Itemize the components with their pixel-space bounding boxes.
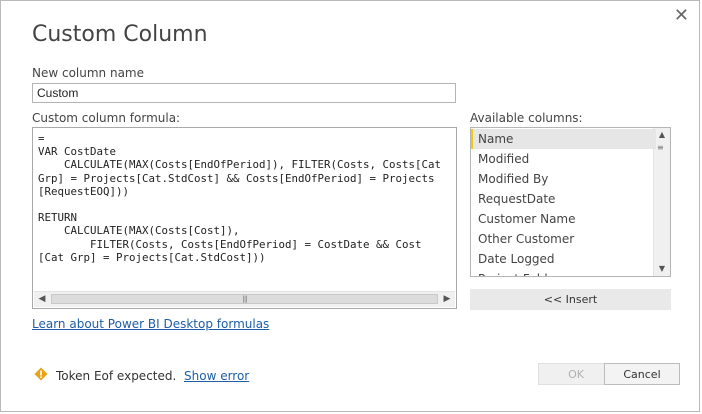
formula-line[interactable] — [38, 198, 450, 211]
formula-line[interactable]: [RequestEOQ])) — [38, 185, 450, 198]
scroll-up-icon[interactable]: ▲ — [655, 129, 669, 141]
available-column-item[interactable]: Customer Name — [471, 209, 656, 229]
scroll-left-icon[interactable]: ◀ — [35, 293, 49, 306]
error-message: Token Eof expected. — [56, 369, 177, 383]
available-column-item[interactable]: Other Customer — [471, 229, 656, 249]
available-column-item[interactable]: Name — [471, 129, 656, 149]
scroll-right-icon[interactable]: ▶ — [440, 293, 454, 306]
scroll-down-icon[interactable]: ▼ — [655, 263, 669, 275]
warning-icon — [34, 367, 48, 381]
formula-editor[interactable]: = VAR CostDate CALCULATE(MAX(Costs[EndOfP… — [32, 127, 457, 309]
formula-line[interactable]: Grp] = Projects[Cat.StdCost] && Costs[En… — [38, 172, 450, 185]
formula-line[interactable]: RETURN — [38, 211, 450, 224]
formula-line[interactable]: CALCULATE(MAX(Costs[EndOfPeriod]), FILTE… — [38, 158, 450, 171]
dialog-title: Custom Column — [32, 22, 208, 47]
custom-column-dialog: ✕ Custom Column New column name Custom c… — [0, 0, 700, 412]
formula-text[interactable]: = VAR CostDate CALCULATE(MAX(Costs[EndOfP… — [38, 132, 450, 264]
ok-button[interactable]: OK — [538, 363, 614, 385]
close-icon[interactable]: ✕ — [674, 7, 689, 25]
new-column-name-input[interactable] — [32, 83, 456, 103]
formula-line[interactable]: [Cat Grp] = Projects[Cat.StdCost])) — [38, 251, 450, 264]
grip-icon: ||| — [242, 295, 247, 303]
available-column-item[interactable]: RequestDate — [471, 189, 656, 209]
horizontal-scrollbar[interactable]: ◀ ||| ▶ — [34, 291, 455, 307]
formula-line[interactable]: VAR CostDate — [38, 145, 450, 158]
new-column-name-label: New column name — [32, 66, 145, 80]
available-column-item[interactable]: Project Folder — [471, 269, 656, 276]
formula-label: Custom column formula: — [32, 111, 181, 125]
available-column-item[interactable]: Date Logged — [471, 249, 656, 269]
available-columns-list[interactable]: ▲ ≡ ▼ Name Modified Modified By RequestDate… — [470, 127, 671, 277]
show-error-link[interactable]: Show error — [184, 369, 249, 383]
learn-formulas-link[interactable]: Learn about Power BI Desktop formulas — [32, 317, 269, 331]
formula-line[interactable]: FILTER(Costs, Costs[EndOfPeriod] = CostD… — [38, 238, 450, 251]
cancel-button[interactable]: Cancel — [604, 363, 680, 385]
formula-line[interactable]: CALCULATE(MAX(Costs[Cost]), — [38, 224, 450, 237]
available-column-item[interactable]: Modified By — [471, 169, 656, 189]
scrollbar-thumb[interactable]: ||| — [51, 294, 438, 304]
available-column-item[interactable]: Modified — [471, 149, 656, 169]
formula-line[interactable]: = — [38, 132, 450, 145]
grip-icon[interactable]: ≡ — [657, 144, 667, 152]
insert-button[interactable]: << Insert — [470, 289, 671, 310]
available-columns-label: Available columns: — [470, 111, 583, 125]
